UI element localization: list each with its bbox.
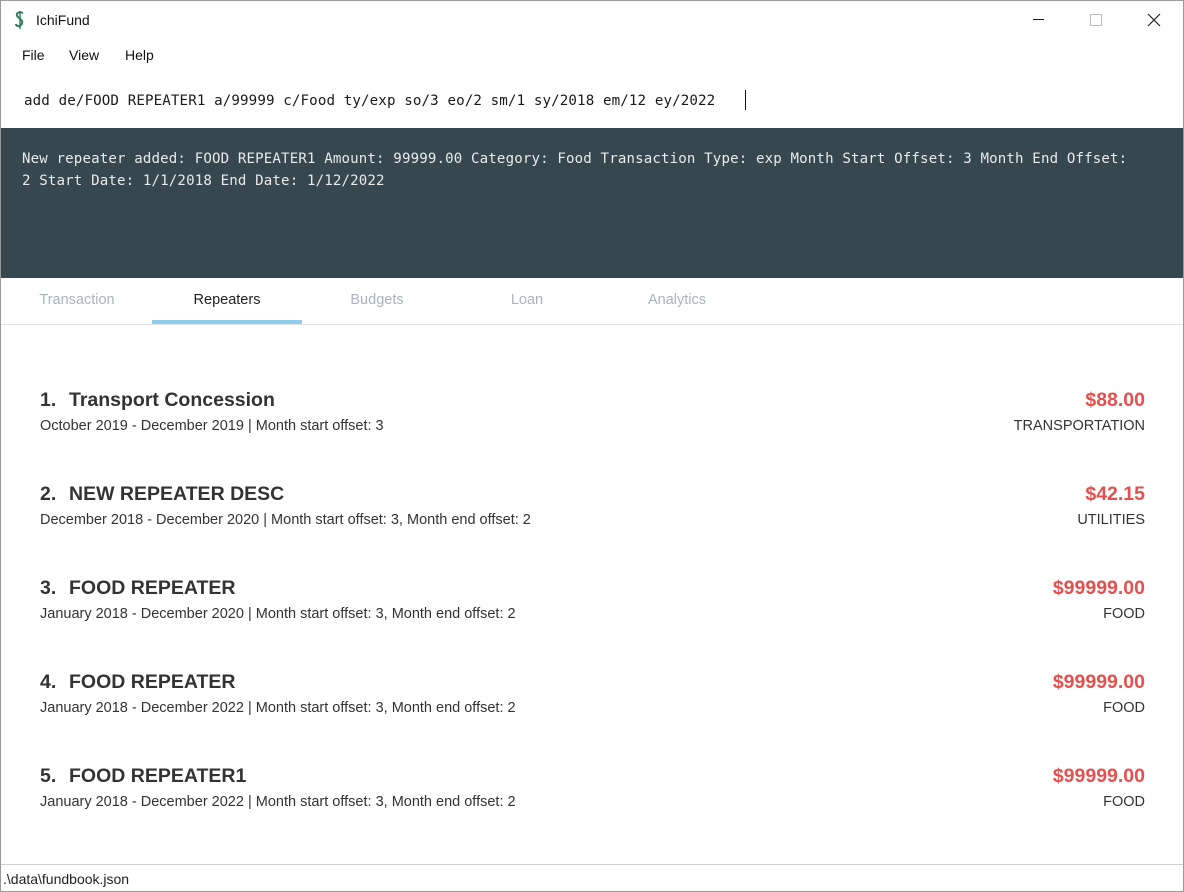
repeater-index: 4. [40,671,57,693]
repeater-title: 3. FOOD REPEATER [40,577,235,600]
repeater-name: Transport Concession [69,389,275,411]
command-box [1,73,1183,128]
text-caret [745,90,746,110]
list-item[interactable]: 2. NEW REPEATER DESC December 2018 - Dece… [1,483,1183,577]
repeater-amount: $99999.00 [1052,671,1145,693]
list-item[interactable]: 3. FOOD REPEATER January 2018 - December … [1,577,1183,671]
status-bar: .\data\fundbook.json [1,864,1183,891]
app-window: IchiFund File View Help New repeater add… [0,0,1184,892]
tab-budgets[interactable]: Budgets [302,278,452,324]
repeater-category: FOOD [1103,606,1145,622]
repeater-category: FOOD [1103,700,1145,716]
repeater-amount: $42.15 [1085,483,1145,505]
window-title: IchiFund [36,12,90,28]
list-item[interactable]: 5. FOOD REPEATER1 January 2018 - December… [1,765,1183,859]
tab-loan[interactable]: Loan [452,278,602,324]
repeater-period: December 2018 - December 2020 | Month st… [40,512,531,528]
active-tab-indicator [152,320,302,324]
repeater-index: 5. [40,765,57,787]
repeater-amount: $99999.00 [1052,577,1145,599]
repeater-amount: $99999.00 [1052,765,1145,787]
repeater-name: FOOD REPEATER1 [69,765,247,787]
repeater-title: 2. NEW REPEATER DESC [40,483,284,506]
maximize-button[interactable] [1067,1,1125,39]
app-icon [12,9,28,31]
repeater-name: NEW REPEATER DESC [69,483,285,505]
title-bar[interactable]: IchiFund [1,1,1183,39]
list-item[interactable]: 1. Transport Concession October 2019 - De… [1,389,1183,483]
list-item[interactable]: 4. FOOD REPEATER January 2018 - December … [1,671,1183,765]
repeater-period: January 2018 - December 2022 | Month sta… [40,700,516,716]
repeater-period: January 2018 - December 2020 | Month sta… [40,606,516,622]
result-display: New repeater added: FOOD REPEATER1 Amoun… [1,128,1183,278]
menu-bar: File View Help [1,39,1183,73]
command-input[interactable] [17,87,1157,115]
repeater-amount: $88.00 [1085,389,1145,411]
repeater-list[interactable]: 1. Transport Concession October 2019 - De… [1,325,1183,864]
result-message: New repeater added: FOOD REPEATER1 Amoun… [22,151,1128,189]
repeater-category: UTILITIES [1077,512,1145,528]
tab-repeaters[interactable]: Repeaters [152,278,302,324]
repeater-title: 5. FOOD REPEATER1 [40,765,246,788]
menu-help[interactable]: Help [125,47,154,63]
tab-transaction[interactable]: Transaction [2,278,152,324]
menu-file[interactable]: File [22,47,45,63]
close-button[interactable] [1125,1,1183,39]
repeater-title: 1. Transport Concession [40,389,275,412]
repeater-name: FOOD REPEATER [69,671,236,693]
repeater-title: 4. FOOD REPEATER [40,671,235,694]
tab-analytics[interactable]: Analytics [602,278,752,324]
tab-bar: Transaction Repeaters Budgets Loan Analy… [1,278,1183,325]
repeater-name: FOOD REPEATER [69,577,236,599]
repeater-period: January 2018 - December 2022 | Month sta… [40,794,516,810]
repeater-index: 3. [40,577,57,599]
repeater-index: 1. [40,389,57,411]
repeater-category: TRANSPORTATION [1013,418,1145,434]
minimize-button[interactable] [1009,1,1067,39]
repeater-category: FOOD [1103,794,1145,810]
repeater-index: 2. [40,483,57,505]
menu-view[interactable]: View [69,47,99,63]
storage-path: .\data\fundbook.json [3,871,130,887]
repeater-period: October 2019 - December 2019 | Month sta… [40,418,384,434]
close-icon [1147,13,1161,27]
